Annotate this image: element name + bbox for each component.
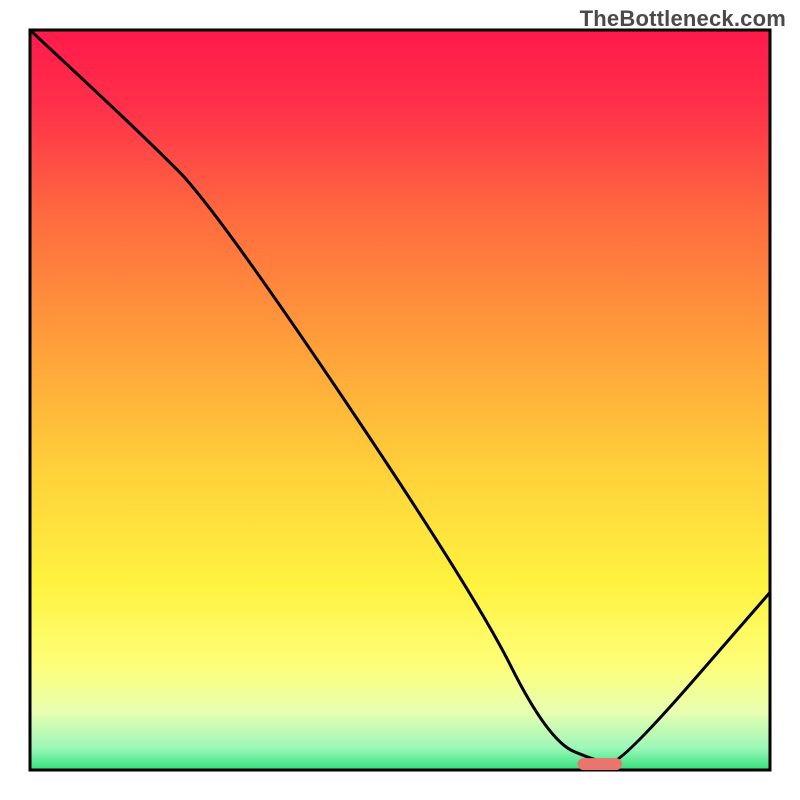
chart-container: TheBottleneck.com (0, 0, 800, 800)
watermark-text: TheBottleneck.com (580, 6, 786, 32)
chart-background (30, 30, 770, 770)
bottleneck-chart (0, 0, 800, 800)
optimal-range-marker (578, 758, 622, 770)
